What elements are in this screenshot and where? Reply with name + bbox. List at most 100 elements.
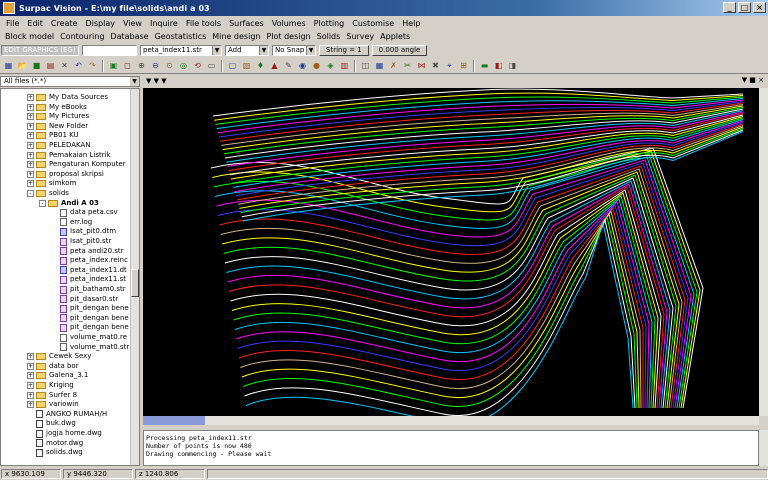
tree-item[interactable]: + proposal skripsi (27, 170, 104, 179)
tree-item[interactable]: - Andi A 03 (39, 199, 99, 208)
menu-create[interactable]: Create (47, 19, 82, 28)
menu-edit[interactable]: Edit (23, 19, 47, 28)
tree-item[interactable]: + Pengaturan Komputer (27, 160, 126, 169)
tree-item[interactable]: solids.dwg (27, 448, 83, 457)
tree-item[interactable]: volume_mat0.str (51, 343, 129, 352)
select-icon[interactable]: ▢ (226, 59, 239, 72)
view-section-icon[interactable]: ◧ (492, 59, 505, 72)
menu-database[interactable]: Database (107, 32, 151, 41)
tree-item[interactable]: data peta.csv (51, 208, 118, 217)
expand-icon[interactable]: + (27, 103, 34, 111)
view-plan-icon[interactable]: ▬ (478, 59, 491, 72)
graphics-horizontal-scrollbar[interactable] (143, 416, 759, 425)
tree-item[interactable]: peta andi20.str (51, 247, 124, 256)
tree-item[interactable]: + PB01 KU (27, 131, 79, 140)
expand-icon[interactable]: + (27, 401, 34, 409)
tree-item[interactable]: err.log (51, 218, 92, 227)
menu-volumes[interactable]: Volumes (268, 19, 310, 28)
menu-customise[interactable]: Customise (348, 19, 398, 28)
tree-item[interactable]: + Pemakaian Listrik (27, 151, 111, 160)
edit-mode-select[interactable]: Add ▼ (225, 45, 269, 56)
tree-item[interactable]: Isat_pit0.str (51, 237, 111, 246)
menu-geostatistics[interactable]: Geostatistics (152, 32, 210, 41)
tree-item[interactable]: + simkom (27, 179, 76, 188)
segment-icon[interactable]: ⊞ (457, 59, 470, 72)
tree-item[interactable]: + Surfer 8 (27, 391, 77, 400)
snap-mode-select[interactable]: No Snap ▼ (272, 45, 316, 56)
tree-item[interactable]: + New Folder (27, 122, 88, 131)
menu-inquire[interactable]: Inquire (146, 19, 182, 28)
tree-item[interactable]: pit_dengan bene (51, 304, 129, 313)
menu-block-model[interactable]: Block model (2, 32, 57, 41)
view-3d-icon[interactable]: ◨ (506, 59, 519, 72)
minimize-button[interactable]: _ (723, 2, 736, 13)
grid2-icon[interactable]: ▦ (373, 59, 386, 72)
viewport-menu-arrows[interactable]: ▼ ▼ ▼ (146, 77, 167, 85)
expand-icon[interactable]: + (27, 391, 34, 399)
grid-icon[interactable]: ▦ (2, 59, 15, 72)
point-icon[interactable]: ● (310, 59, 323, 72)
menu-solids[interactable]: Solids (314, 32, 344, 41)
lock-icon[interactable]: ▲ (268, 59, 281, 72)
tree-item[interactable]: + variowin (27, 400, 79, 409)
draw-icon[interactable]: ✎ (282, 59, 295, 72)
tree-item[interactable]: pit_dengan bene (51, 314, 129, 323)
maximize-button[interactable]: □ (738, 2, 751, 13)
menu-display[interactable]: Display (81, 19, 119, 28)
zoom-extents-icon[interactable]: ◎ (177, 59, 190, 72)
tree-item[interactable]: + Galena_3.1 (27, 371, 88, 380)
tree-scrollbar-thumb[interactable] (131, 269, 139, 297)
collapse-icon[interactable]: - (39, 199, 46, 207)
expand-icon[interactable]: + (27, 382, 34, 389)
graphics-layer-select[interactable]: EDIT GRAPHICS (EG) (1, 45, 79, 56)
tree-item[interactable]: motor.dwg (27, 439, 83, 448)
tree-item[interactable]: peta_index11.st (51, 275, 126, 284)
tree-item[interactable]: peta_index.reinc (51, 256, 128, 265)
light-icon[interactable]: ♦ (254, 59, 267, 72)
open-icon[interactable]: 📂 (16, 59, 29, 72)
menu-plotting[interactable]: Plotting (310, 19, 349, 28)
section-icon[interactable]: ◫ (359, 59, 372, 72)
string-number-button[interactable]: String = 1 (319, 45, 369, 56)
tree-item[interactable]: Isat_pit0.dtm (51, 227, 116, 236)
graphics-scrollbar-thumb[interactable] (143, 416, 205, 425)
tree-scrollbar[interactable] (130, 89, 139, 465)
close-button[interactable]: × (753, 2, 766, 13)
menu-survey[interactable]: Survey (343, 32, 377, 41)
save-icon[interactable]: ■ (30, 59, 43, 72)
reset-icon[interactable]: ⟲ (191, 59, 204, 72)
properties-icon[interactable]: ▧ (240, 59, 253, 72)
shade-icon[interactable]: ◉ (296, 59, 309, 72)
menu-view[interactable]: View (119, 19, 146, 28)
tree-item[interactable]: ANGKO RUMAH/H (27, 410, 107, 419)
menu-surfaces[interactable]: Surfaces (225, 19, 268, 28)
tree-item[interactable]: pit_batham0.str (51, 285, 126, 294)
cancel-icon[interactable]: ✕ (58, 59, 71, 72)
menu-file[interactable]: File (2, 19, 23, 28)
zoom-window-icon[interactable]: ⊙ (163, 59, 176, 72)
menu-contouring[interactable]: Contouring (57, 32, 107, 41)
expand-icon[interactable]: + (27, 180, 34, 188)
tree-item[interactable]: buk.dwg (27, 419, 76, 428)
redo-icon[interactable]: ↷ (86, 59, 99, 72)
expand-icon[interactable]: + (27, 132, 34, 140)
tree-item[interactable]: jogja home.dwg (27, 429, 102, 438)
expand-icon[interactable]: + (27, 142, 34, 149)
tree-item[interactable]: - solids (27, 189, 69, 198)
tree-item[interactable]: + data bor (27, 362, 79, 371)
tree-item[interactable]: peta_index11.dt (51, 266, 127, 275)
tree-item[interactable]: + My Data Sources (27, 93, 108, 102)
point-edit-icon[interactable]: ⌖ (443, 59, 456, 72)
expand-icon[interactable]: + (27, 161, 34, 169)
expand-icon[interactable]: + (27, 122, 34, 130)
expand-icon[interactable]: + (27, 372, 34, 380)
join-icon[interactable]: ⋈ (415, 59, 428, 72)
collapse-icon[interactable]: - (27, 190, 34, 197)
graphics-vertical-scrollbar[interactable] (759, 88, 768, 416)
expand-icon[interactable]: + (27, 113, 34, 121)
tree-item[interactable]: volume_mat0.re (51, 333, 127, 342)
string-edit-icon[interactable]: ✗ (387, 59, 400, 72)
menu-plot-design[interactable]: Plot design (263, 32, 313, 41)
graphics-viewport[interactable] (143, 88, 759, 416)
expand-icon[interactable]: + (27, 170, 34, 178)
